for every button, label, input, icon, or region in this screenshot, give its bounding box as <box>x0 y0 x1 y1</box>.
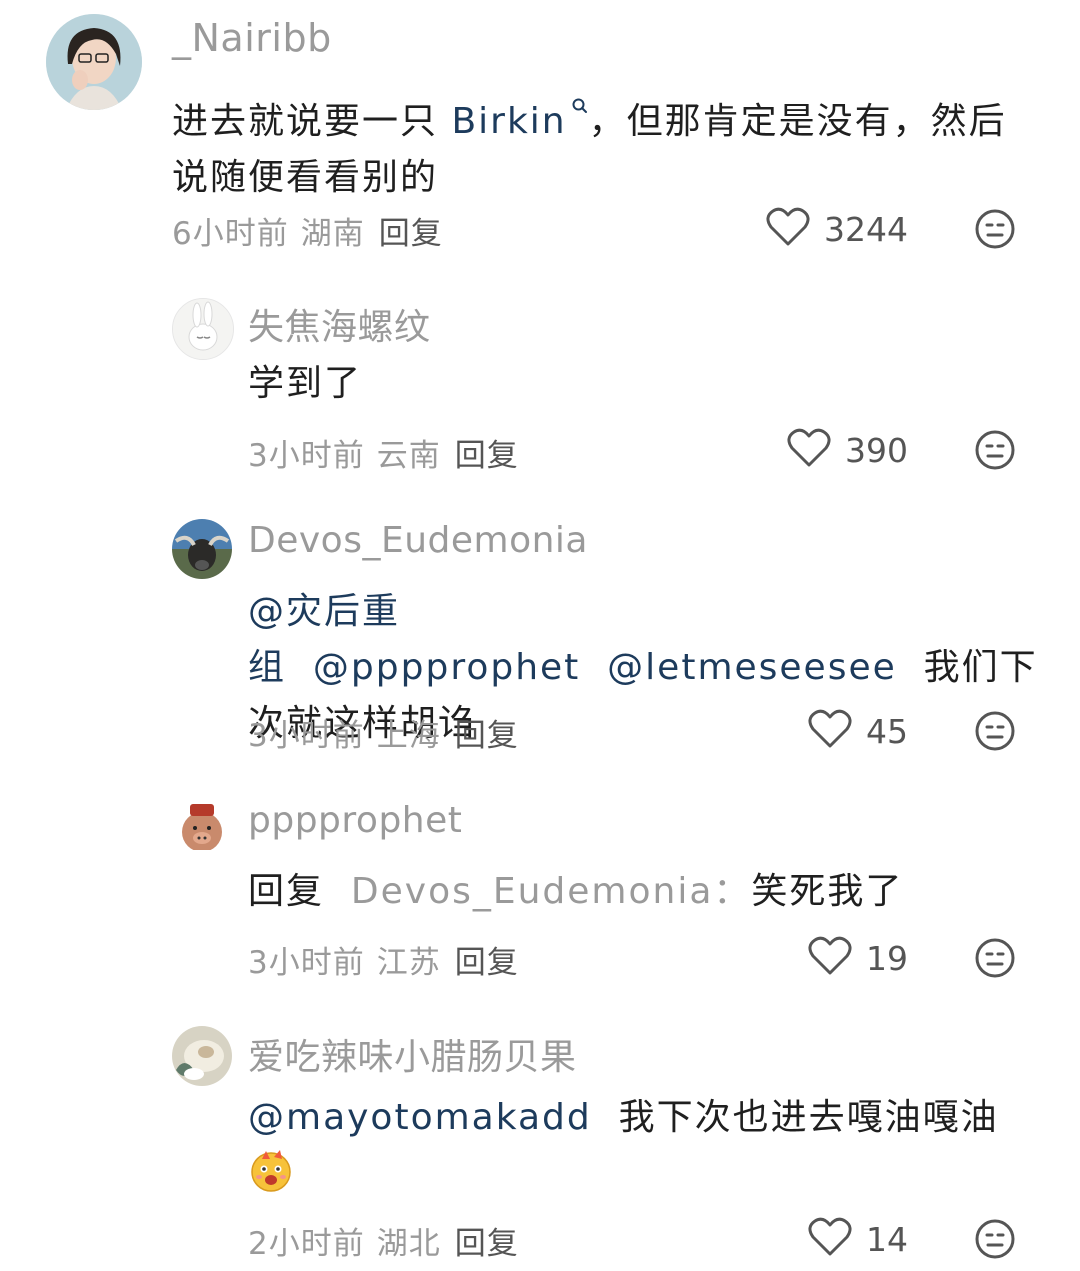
comment-meta: 6小时前 湖南 回复 <box>172 208 443 253</box>
heart-outline-icon <box>808 1217 866 1261</box>
comment-location: 云南 <box>376 438 441 474</box>
heart-outline-icon <box>787 428 845 472</box>
reply-button[interactable]: 回复 <box>455 1226 519 1262</box>
comment-text-part: 进去就说要一只 <box>172 101 452 142</box>
username[interactable]: _Nairibb <box>172 16 332 60</box>
like-button[interactable]: 3244 <box>766 207 908 251</box>
avatar[interactable] <box>172 298 234 360</box>
avatar[interactable] <box>172 1026 232 1086</box>
reply-target[interactable]: Devos_Eudemonia： <box>351 871 752 912</box>
comment-meta: 3小时前 上海 回复 <box>248 710 519 755</box>
comment-time: 3小时前 <box>248 438 365 474</box>
comment-time: 6小时前 <box>172 216 289 252</box>
comment-text: 回复 Devos_Eudemonia：笑死我了 <box>248 864 1038 920</box>
reply-button[interactable]: 回复 <box>455 945 519 981</box>
comment-meta: 2小时前 湖北 回复 <box>248 1218 519 1263</box>
like-count: 3244 <box>824 209 908 249</box>
comment-time: 2小时前 <box>248 1226 365 1262</box>
emoji-reaction-icon[interactable] <box>974 1218 1016 1260</box>
emoji-reaction-icon[interactable] <box>974 429 1016 471</box>
username[interactable]: Devos_Eudemonia <box>248 520 588 561</box>
like-button[interactable]: 19 <box>808 936 908 980</box>
mention-link[interactable]: @mayotomakadd <box>248 1097 592 1138</box>
emoji-reaction-icon[interactable] <box>974 208 1016 250</box>
avatar[interactable] <box>46 14 142 110</box>
comment-text: 进去就说要一只 Birkin ，但那肯定是没有，然后说随便看看别的 <box>172 80 1042 206</box>
like-button[interactable]: 390 <box>787 428 908 472</box>
like-button[interactable]: 14 <box>808 1217 908 1261</box>
comment-text-part: 学到了 <box>248 363 363 404</box>
comment-location: 湖北 <box>376 1226 441 1262</box>
keyword-link[interactable]: Birkin <box>451 101 566 142</box>
mention-link[interactable]: @letmeseesee <box>607 647 897 688</box>
comment-location: 湖南 <box>300 216 365 252</box>
emoji-reaction-icon[interactable] <box>974 937 1016 979</box>
cheering-face-emoji <box>248 1147 294 1193</box>
like-count: 19 <box>866 938 908 978</box>
mention-link[interactable]: @pppprophet <box>313 647 580 688</box>
like-count: 390 <box>845 430 908 470</box>
emoji-reaction-icon[interactable] <box>974 710 1016 752</box>
avatar[interactable] <box>172 800 232 860</box>
search-icon[interactable] <box>571 80 589 136</box>
avatar[interactable] <box>172 519 232 579</box>
comment-time: 3小时前 <box>248 945 365 981</box>
reply-button[interactable]: 回复 <box>455 438 519 474</box>
comment-meta: 3小时前 云南 回复 <box>248 430 519 475</box>
reply-button[interactable]: 回复 <box>379 216 443 252</box>
comment-meta: 3小时前 江苏 回复 <box>248 937 519 982</box>
comment-text: @mayotomakadd 我下次也进去嘎油嘎油 <box>248 1090 1038 1202</box>
comment-location: 江苏 <box>376 945 441 981</box>
comment-text: 学到了 <box>248 356 1028 412</box>
heart-outline-icon <box>766 207 824 251</box>
like-count: 14 <box>866 1219 908 1259</box>
username[interactable]: 失焦海螺纹 <box>248 298 431 350</box>
comment-time: 3小时前 <box>248 718 365 754</box>
reply-button[interactable]: 回复 <box>455 718 519 754</box>
reply-prefix: 回复 <box>248 871 325 912</box>
like-button[interactable]: 45 <box>808 709 908 753</box>
comment-text-part: 我下次也进去嘎油嘎油 <box>618 1097 999 1138</box>
comment-location: 上海 <box>376 718 441 754</box>
username[interactable]: 爱吃辣味小腊肠贝果 <box>248 1028 577 1080</box>
like-count: 45 <box>866 711 908 751</box>
heart-outline-icon <box>808 709 866 753</box>
heart-outline-icon <box>808 936 866 980</box>
username[interactable]: pppprophet <box>248 800 462 841</box>
comment-text-part: 笑死我了 <box>751 871 904 912</box>
